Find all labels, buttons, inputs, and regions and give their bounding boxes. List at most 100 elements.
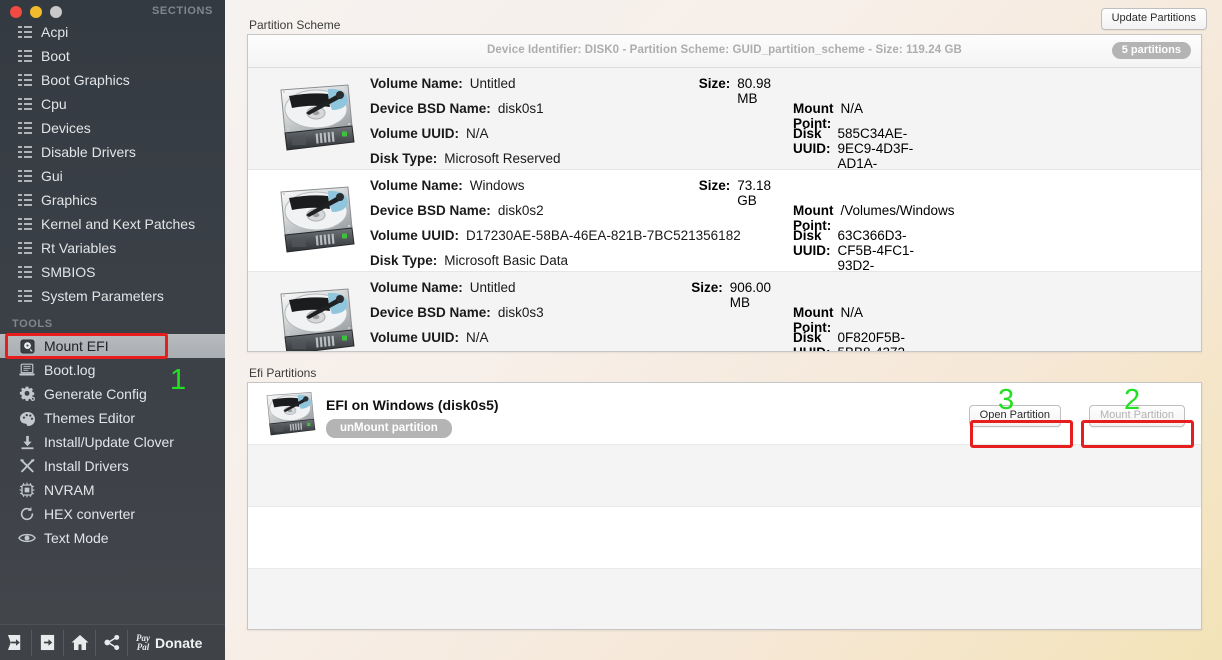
sidebar-item-gui[interactable]: Gui (0, 164, 225, 188)
sections-header-label: SECTIONS (151, 5, 213, 17)
sections-list: Acpi Boot Boot Graphics Cpu Devices Disa… (0, 20, 225, 308)
sidebar-item-label: Install/Update Clover (44, 434, 174, 450)
size-field: Size: 80.98 MB (699, 76, 771, 106)
import-arrow-button[interactable] (0, 629, 32, 656)
sidebar-item-boot[interactable]: Boot (0, 44, 225, 68)
palette-icon (18, 410, 36, 426)
partition-scheme-title: Partition Scheme (249, 18, 341, 32)
disk-uuid-value: 63C366D3-CF5B-4FC1-93D2-79D408BC0EEE (837, 228, 914, 272)
size-label: Size: (698, 76, 731, 91)
list-icon (18, 74, 32, 86)
sidebar-item-disable-drivers[interactable]: Disable Drivers (0, 140, 225, 164)
sidebar-item-system-parameters[interactable]: System Parameters (0, 284, 225, 308)
paypal-logo: Pay Pal (136, 633, 150, 652)
device-bsd-name-value: disk0s1 (497, 101, 544, 116)
device-bsd-name-label: Device BSD Name: (370, 203, 491, 218)
sidebar-item-label: System Parameters (41, 288, 164, 304)
home-button[interactable] (64, 629, 96, 656)
sidebar-item-cpu[interactable]: Cpu (0, 92, 225, 116)
app-window: SECTIONS Acpi Boot Boot Graphics Cpu Dev… (0, 0, 1222, 660)
sidebar-item-acpi[interactable]: Acpi (0, 20, 225, 44)
sidebar-item-smbios[interactable]: SMBIOS (0, 260, 225, 284)
volume-uuid-label: Volume UUID: (370, 126, 460, 141)
sidebar-item-rt-variables[interactable]: Rt Variables (0, 236, 225, 260)
size-label: Size: (691, 280, 723, 295)
hard-drive-icon (276, 182, 356, 258)
zoom-button[interactable] (50, 6, 62, 18)
list-icon (18, 26, 32, 38)
donate-button[interactable]: Pay Pal Donate (128, 630, 208, 656)
partition-scheme-panel: Device Identifier: DISK0 - Partition Sch… (247, 34, 1202, 352)
sidebar-item-label: Mount EFI (44, 338, 109, 354)
partitions-count-badge: 5 partitions (1111, 42, 1191, 59)
eye-icon (18, 530, 36, 546)
table-row[interactable]: Volume Name: Untitled Device BSD Name: d… (248, 272, 1201, 351)
disk-uuid-value: 0F820F5B-5BB8-4372-BF72-C01CB9EF8860 (837, 330, 909, 351)
efi-empty-row (248, 445, 1201, 507)
sidebar-item-install-drivers[interactable]: Install Drivers (0, 454, 225, 478)
partition-scheme-header: Device Identifier: DISK0 - Partition Sch… (248, 35, 1201, 68)
status-badge: unMount partition (326, 419, 452, 438)
sidebar-item-generate-config[interactable]: Generate Config (0, 382, 225, 406)
device-bsd-name-value: disk0s2 (497, 203, 544, 218)
volume-name-field: Volume Name: Windows (370, 178, 741, 203)
donate-label: Donate (155, 634, 203, 651)
disk-type-value: Microsoft Basic Data (444, 253, 569, 268)
list-icon (18, 98, 32, 110)
disk-uuid-value: 585C34AE-9EC9-4D3F-AD1A-83D2FB89819C (837, 126, 914, 170)
sidebar-bottom-toolbar: Pay Pal Donate (0, 624, 225, 660)
mount-partition-button[interactable]: Mount Partition (1089, 405, 1185, 427)
sidebar-item-label: Boot Graphics (41, 72, 130, 88)
sidebar-item-devices[interactable]: Devices (0, 116, 225, 140)
disk-uuid-field: Disk UUID: 63C366D3-CF5B-4FC1-93D2-79D40… (793, 228, 938, 272)
sidebar-item-label: SMBIOS (41, 264, 96, 280)
update-partitions-button[interactable]: Update Partitions (1100, 8, 1207, 30)
mount-efi-icon (18, 338, 36, 354)
sidebar-item-themes-editor[interactable]: Themes Editor (0, 406, 225, 430)
sidebar-item-graphics[interactable]: Graphics (0, 188, 225, 212)
sidebar-item-boot-graphics[interactable]: Boot Graphics (0, 68, 225, 92)
sidebar-item-label: Kernel and Kext Patches (41, 216, 196, 232)
volume-name-label: Volume Name: (370, 76, 463, 91)
disk-uuid-field: Disk UUID: 0F820F5B-5BB8-4372-BF72-C01CB… (793, 330, 936, 351)
export-arrow-button[interactable] (32, 629, 64, 656)
sidebar-item-label: Disable Drivers (41, 144, 136, 160)
paypal-line-2: Pal (136, 641, 150, 652)
volume-name-label: Volume Name: (370, 280, 463, 295)
tools-list: Mount EFI Boot.log Generate Config Theme… (0, 334, 225, 550)
main-content: Partition Scheme Update Partitions Devic… (225, 0, 1222, 660)
open-partition-button[interactable]: Open Partition (968, 405, 1061, 427)
efi-empty-row (248, 507, 1201, 569)
sidebar-item-label: Devices (41, 120, 91, 136)
table-row[interactable]: Volume Name: Untitled Device BSD Name: d… (248, 68, 1201, 170)
row-fields: Volume Name: Untitled Device BSD Name: d… (370, 76, 561, 169)
close-button[interactable] (10, 6, 22, 18)
efi-empty-row (248, 569, 1201, 629)
sidebar-item-text-mode[interactable]: Text Mode (0, 526, 225, 550)
row-fields: Volume Name: Windows Device BSD Name: di… (370, 178, 741, 271)
volume-name-value: Untitled (469, 76, 516, 91)
sidebar-item-label: Acpi (41, 24, 69, 40)
sidebar-item-hex-converter[interactable]: HEX converter (0, 502, 225, 526)
volume-uuid-field: Volume UUID: N/A (370, 126, 561, 151)
disk-type-field: Disk Type: Microsoft Basic Data (370, 253, 741, 271)
volume-uuid-label: Volume UUID: (370, 228, 460, 243)
disk-type-field: Disk Type: Microsoft Reserved (370, 151, 561, 169)
tools-header-label: TOOLS (12, 318, 53, 330)
disk-type-label: Disk Type: (370, 151, 438, 166)
disk-uuid-label: Disk UUID: (793, 228, 831, 258)
disk-uuid-field: Disk UUID: 585C34AE-9EC9-4D3F-AD1A-83D2F… (793, 126, 934, 170)
sidebar-item-mount-efi[interactable]: Mount EFI (0, 334, 225, 358)
efi-partition-row[interactable]: EFI on Windows (disk0s5) unMount partiti… (248, 383, 1201, 445)
sidebar-item-kernel-and-kext-patches[interactable]: Kernel and Kext Patches (0, 212, 225, 236)
sidebar-item-label: Generate Config (44, 386, 147, 402)
row-fields: Volume Name: Untitled Device BSD Name: d… (370, 280, 544, 351)
volume-name-field: Volume Name: Untitled (370, 76, 561, 101)
share-button[interactable] (96, 629, 128, 656)
sidebar-item-nvram[interactable]: NVRAM (0, 478, 225, 502)
sidebar-item-boot-log[interactable]: Boot.log (0, 358, 225, 382)
refresh-icon (18, 506, 36, 522)
sidebar-item-install-update-clover[interactable]: Install/Update Clover (0, 430, 225, 454)
minimize-button[interactable] (30, 6, 42, 18)
table-row[interactable]: Volume Name: Windows Device BSD Name: di… (248, 170, 1201, 272)
